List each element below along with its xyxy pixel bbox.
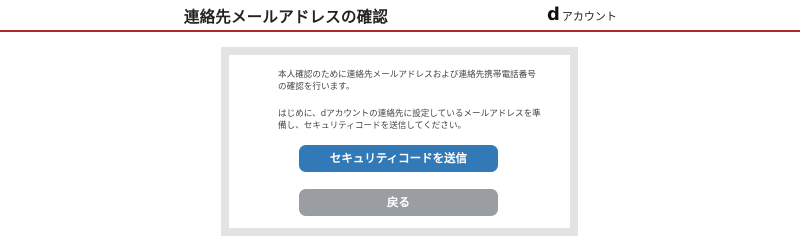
instruction-text: はじめに、dアカウントの連絡先に設定しているメールアドレスを準備し、セキュリティ… bbox=[278, 109, 541, 131]
intro-text: 本人確認のために連絡先メールアドレスおよび連絡先携帯電話番号の確認を行います。 bbox=[278, 70, 536, 92]
confirmation-panel-body: 本人確認のために連絡先メールアドレスおよび連絡先携帯電話番号の確認を行います。 … bbox=[229, 55, 570, 228]
send-security-code-button[interactable]: セキュリティコードを送信 bbox=[299, 145, 498, 172]
back-button[interactable]: 戻る bbox=[299, 189, 498, 216]
page-title: 連絡先メールアドレスの確認 bbox=[184, 8, 389, 26]
page-header: 連絡先メールアドレスの確認 d アカウント bbox=[0, 0, 800, 32]
brand-label: アカウント bbox=[561, 10, 617, 23]
d-account-logo: d アカウント bbox=[547, 6, 617, 24]
confirmation-panel: 本人確認のために連絡先メールアドレスおよび連絡先携帯電話番号の確認を行います。 … bbox=[221, 47, 578, 236]
d-logo-mark: d bbox=[547, 4, 560, 25]
